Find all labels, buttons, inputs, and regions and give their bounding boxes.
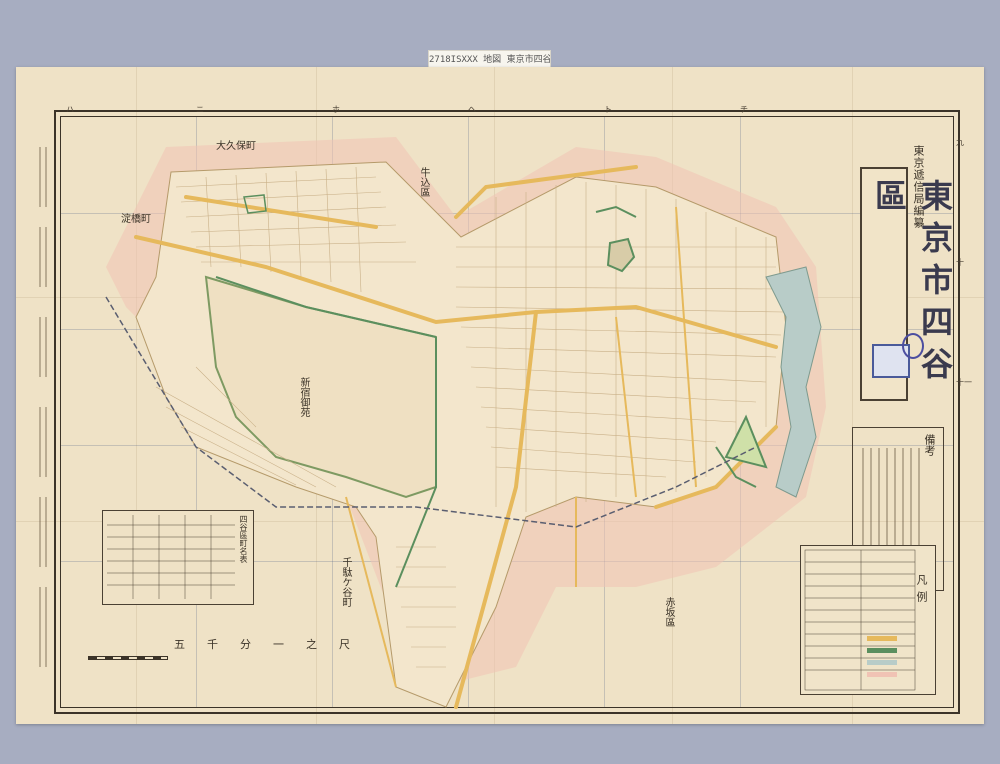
legend-symbols (804, 549, 916, 691)
district-label-akasaka: 赤坂區 (663, 597, 674, 627)
scale-label: 五千分一之尺 (174, 638, 372, 651)
district-label-ushigome: 牛込區 (418, 167, 429, 197)
scale-bar (88, 656, 168, 660)
left-margin-notes (39, 147, 47, 667)
district-label-yodobashi: 淀橋町 (121, 214, 151, 225)
town-name-table: 四谷區町名表 (102, 510, 254, 605)
map-viewer: 2718ISXXX 地図 東京市四谷区 ハ ニ ホ ヘ ト チ 九 十 十一 大… (0, 0, 1000, 764)
round-seal (902, 333, 924, 359)
district-label-shinjuku-gyoen: 新宿御苑 (298, 377, 309, 417)
map-sheet: ハ ニ ホ ヘ ト チ 九 十 十一 大久保町 牛込區 淀橋町 新宿御苑 千駄ケ… (16, 67, 984, 724)
district-label-sendagaya: 千駄ケ谷町 (340, 557, 351, 607)
district-label-okubo: 大久保町 (216, 141, 256, 152)
ward-area (135, 161, 787, 708)
legend-box: 凡例 (800, 545, 936, 695)
table-grid (107, 515, 235, 599)
